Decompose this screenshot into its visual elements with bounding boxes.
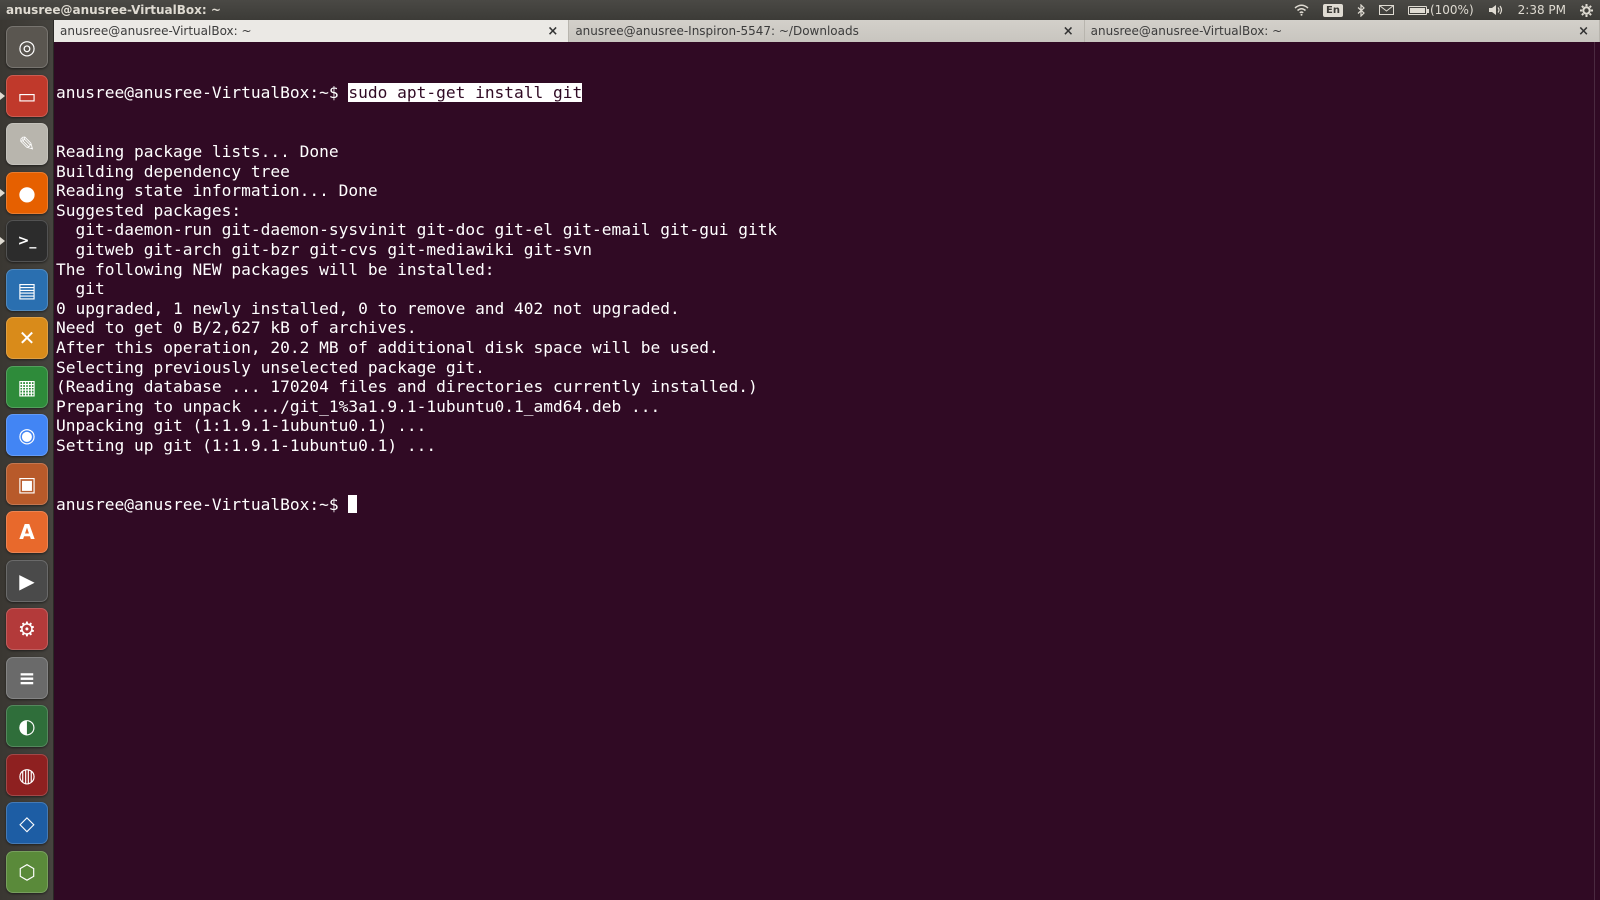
output-lines: Reading package lists... Done Building de…: [56, 142, 1576, 456]
launcher-system-settings-icon[interactable]: ⚙: [6, 608, 48, 650]
output-line: Selecting previously unselected package …: [56, 357, 485, 377]
remote-desktop-glyph: ◍: [18, 762, 36, 787]
workspace-switcher-glyph: ≡: [18, 665, 36, 690]
selected-command: sudo apt-get install git: [348, 83, 583, 103]
tab-label: anusree@anusree-VirtualBox: ~: [1090, 24, 1283, 38]
xchat-glyph: ✕: [18, 326, 36, 350]
keyboard-layout: En: [1323, 3, 1343, 17]
chrome-glyph: ◉: [18, 423, 36, 447]
running-indicator: [0, 91, 5, 100]
indicator-area: En (100%) 2:38 PM: [1287, 0, 1600, 20]
output-line: After this operation, 20.2 MB of additio…: [56, 337, 719, 357]
launcher-web-browser-icon[interactable]: ◐: [6, 705, 48, 747]
tab-label: anusree@anusree-Inspiron-5547: ~/Downloa…: [575, 24, 859, 38]
launcher-firefox-icon[interactable]: ●: [0, 171, 48, 214]
prompt: anusree@anusree-VirtualBox:~$: [56, 83, 349, 103]
output-line: Setting up git (1:1.9.1-1ubuntu0.1) ...: [56, 435, 437, 455]
running-indicator: [0, 188, 5, 197]
libreoffice-writer-glyph: ▤: [17, 277, 37, 302]
mail-icon[interactable]: [1372, 0, 1401, 20]
libreoffice-calc-glyph: ▦: [17, 374, 37, 399]
battery-icon: [1407, 5, 1429, 15]
dash-home-glyph: ◎: [18, 35, 36, 59]
output-line: Need to get 0 B/2,627 kB of archives.: [56, 318, 417, 338]
launcher-text-editor-icon[interactable]: ✎: [6, 123, 48, 165]
launcher-libreoffice-calc-icon[interactable]: ▦: [6, 365, 48, 408]
tab-inspiron-downloads[interactable]: anusree@anusree-Inspiron-5547: ~/Downloa…: [569, 20, 1085, 42]
launcher-libreoffice-impress-icon[interactable]: ▣: [6, 462, 48, 505]
libreoffice-impress-glyph: ▣: [17, 471, 37, 496]
output-line: Building dependency tree: [56, 161, 290, 181]
output-line: 0 upgraded, 1 newly installed, 0 to remo…: [56, 298, 680, 318]
volume-icon[interactable]: [1481, 0, 1511, 20]
clock[interactable]: 2:38 PM: [1511, 0, 1573, 20]
final-prompt-line: anusree@anusree-VirtualBox:~$: [56, 494, 1576, 515]
launcher-remote-desktop-icon[interactable]: ◍: [6, 753, 48, 796]
video-editor-glyph: ▶: [19, 568, 35, 593]
output-line: Reading package lists... Done: [56, 141, 339, 161]
system-settings-glyph: ⚙: [18, 617, 36, 641]
launcher-xchat-icon[interactable]: ✕: [6, 317, 48, 359]
output-line: git-daemon-run git-daemon-sysvinit git-d…: [56, 220, 778, 240]
output-line: git: [56, 279, 105, 299]
window-title: anusree@anusree-VirtualBox: ~: [6, 3, 221, 17]
launcher-chrome-icon[interactable]: ◉: [6, 414, 48, 456]
terminal-window: anusree@anusree-VirtualBox: ~ × anusree@…: [54, 20, 1600, 900]
launcher-workspace-switcher-icon[interactable]: ≡: [6, 656, 48, 699]
close-icon[interactable]: ×: [1574, 24, 1593, 39]
tab-label: anusree@anusree-VirtualBox: ~: [60, 24, 252, 38]
web-browser-glyph: ◐: [18, 714, 36, 738]
launcher-files-icon[interactable]: ▭: [0, 74, 48, 117]
output-line: Preparing to unpack .../git_1%3a1.9.1-1u…: [56, 396, 661, 416]
battery-indicator[interactable]: (100%): [1401, 0, 1481, 20]
software-center-glyph: A: [19, 520, 35, 544]
launcher-libreoffice-writer-icon[interactable]: ▤: [6, 268, 48, 311]
launcher-dash-home-icon[interactable]: ◎: [6, 26, 48, 68]
launcher: ◎ ▭ ✎ ● >_ ▤ ✕ ▦ ◉ ▣ A ▶ ⚙ ≡ ◐ ◍ ◇ ⬡: [0, 20, 54, 900]
text-editor-glyph: ✎: [18, 132, 36, 156]
output-line: Reading state information... Done: [56, 181, 378, 201]
tab-bar: anusree@anusree-VirtualBox: ~ × anusree@…: [54, 20, 1600, 42]
top-panel: anusree@anusree-VirtualBox: ~ En (100%) …: [0, 0, 1600, 20]
output-line: Unpacking git (1:1.9.1-1ubuntu0.1) ...: [56, 416, 427, 436]
terminal-output[interactable]: anusree@anusree-VirtualBox:~$ sudo apt-g…: [56, 44, 1576, 900]
output-line: The following NEW packages will be insta…: [56, 259, 495, 279]
tab-virtualbox-home-1[interactable]: anusree@anusree-VirtualBox: ~ ×: [54, 20, 570, 42]
close-icon[interactable]: ×: [543, 24, 562, 39]
backup-glyph: ⬡: [18, 859, 36, 884]
text-cursor: [348, 494, 358, 513]
wifi-icon[interactable]: [1287, 0, 1316, 20]
scrollbar[interactable]: [1594, 42, 1600, 900]
launcher-software-center-icon[interactable]: A: [6, 511, 48, 553]
launcher-video-editor-icon[interactable]: ▶: [6, 559, 48, 602]
bluetooth-icon[interactable]: [1350, 0, 1372, 20]
tab-virtualbox-home-2[interactable]: anusree@anusree-VirtualBox: ~ ×: [1084, 20, 1600, 42]
gear-icon[interactable]: [1573, 0, 1600, 20]
output-line: (Reading database ... 170204 files and d…: [56, 377, 758, 397]
launcher-terminal-icon[interactable]: >_: [0, 220, 48, 262]
output-line: gitweb git-arch git-bzr git-cvs git-medi…: [56, 239, 593, 259]
launcher-virtualbox-icon[interactable]: ◇: [6, 802, 48, 844]
keyboard-icon[interactable]: En: [1316, 0, 1350, 20]
command-line: anusree@anusree-VirtualBox:~$ sudo apt-g…: [56, 83, 1576, 103]
close-icon[interactable]: ×: [1059, 24, 1078, 39]
firefox-glyph: ●: [18, 180, 36, 205]
prompt: anusree@anusree-VirtualBox:~$: [56, 494, 349, 514]
launcher-backup-icon[interactable]: ⬡: [6, 850, 48, 893]
running-indicator: [0, 237, 5, 245]
files-glyph: ▭: [17, 83, 37, 108]
terminal-glyph: >_: [17, 233, 37, 249]
output-line: Suggested packages:: [56, 200, 242, 220]
virtualbox-glyph: ◇: [19, 811, 35, 835]
battery-label: (100%): [1429, 3, 1474, 17]
